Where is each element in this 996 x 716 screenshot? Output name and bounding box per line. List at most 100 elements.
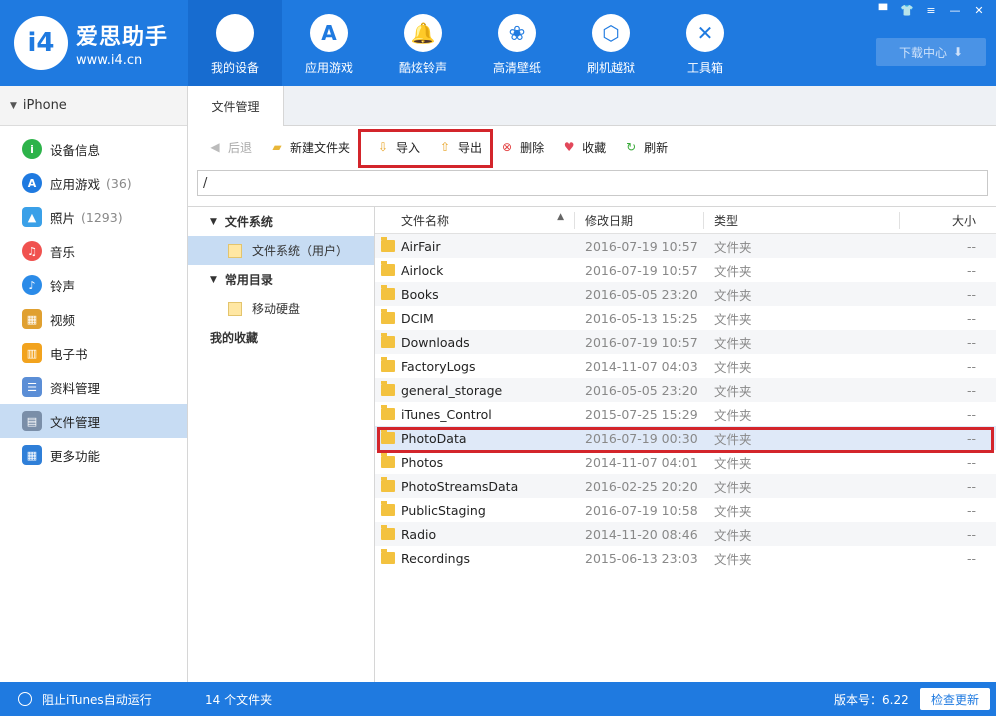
folder-icon [381,261,395,276]
column-header-type[interactable]: 类型 [704,211,900,229]
sidebar-item-data-management[interactable]: ☰ 资料管理 [0,370,187,404]
nav-flash-jailbreak[interactable]: ⬡ 刷机越狱 [564,0,658,86]
file-type-cell: 文件夹 [714,551,752,567]
sidebar-item-video[interactable]: ▦ 视频 [0,302,187,336]
tree-group-filesystem[interactable]: ▼ 文件系统 [188,207,374,236]
window-controls: ▀ 👕 ≡ — ✕ [872,2,990,18]
table-row[interactable]: DCIM 2016-05-13 15:25 文件夹 -- [375,306,996,330]
refresh-button[interactable]: ↻ 刷新 [622,138,668,156]
file-name-cell: PhotoStreamsData [375,477,575,494]
menu-icon[interactable]: ≡ [920,2,942,18]
nav-apps-games[interactable]: A 应用游戏 [282,0,376,86]
table-row[interactable]: FactoryLogs 2014-11-07 04:03 文件夹 -- [375,354,996,378]
photodata-highlight [377,427,994,453]
new-folder-button[interactable]: ▰ 新建文件夹 [268,138,350,156]
column-header-name[interactable]: 文件名称 ▲ [375,211,575,229]
tree-item-mobile-drive[interactable]: 移动硬盘 [188,294,374,323]
column-header-date[interactable]: 修改日期 [575,211,704,229]
sidebar-item-count: (1293) [81,209,123,225]
nav-label: 刷机越狱 [586,61,635,75]
check-update-button[interactable]: 检查更新 [920,688,990,710]
tab-file-management[interactable]: 文件管理 [188,86,284,126]
version-label: 版本号：6.22 [834,692,909,707]
folder-icon [381,357,395,372]
folder-icon [228,301,242,316]
skin-icon[interactable]: 👕 [896,2,918,18]
sidebar-item-file-management[interactable]: ▤ 文件管理 [0,404,187,438]
sidebar: ▼ iPhone i 设备信息 A 应用游戏 (36) ▲ 照片 (1293) … [0,86,188,682]
back-button[interactable]: ◀ 后退 [206,138,252,156]
file-size-cell: -- [966,238,976,254]
folder-icon [381,549,395,564]
nav-wallpapers[interactable]: ❀ 高清壁纸 [470,0,564,86]
tree-item-filesystem-user[interactable]: 文件系统（用户） [188,236,374,265]
file-size-cell: -- [966,262,976,278]
tree-group-favorites[interactable]: 我的收藏 [188,323,374,352]
file-type-cell: 文件夹 [714,383,752,399]
folder-icon [381,333,395,348]
download-center-button[interactable]: 下载中心 ⬇ [876,38,986,66]
table-row[interactable]: Photos 2014-11-07 04:01 文件夹 -- [375,450,996,474]
file-size-cell: -- [966,358,976,374]
nav-ringtones[interactable]: 🔔 酷炫铃声 [376,0,470,86]
tree-group-common[interactable]: ▼ 常用目录 [188,265,374,294]
import-export-highlight [358,129,493,168]
info-icon: i [22,139,42,159]
main-nav: 我的设备 A 应用游戏 🔔 酷炫铃声 ❀ 高清壁纸 ⬡ 刷机越狱 ✕ 工具箱 [188,0,752,86]
feedback-icon[interactable]: ▀ [872,2,894,18]
device-selector[interactable]: ▼ iPhone [0,86,187,126]
nav-my-device[interactable]: 我的设备 [188,0,282,86]
sidebar-item-apps[interactable]: A 应用游戏 (36) [0,166,187,200]
table-row[interactable]: PhotoStreamsData 2016-02-25 20:20 文件夹 -- [375,474,996,498]
file-date-cell: 2016-07-19 10:57 [585,262,698,278]
nav-toolbox[interactable]: ✕ 工具箱 [658,0,752,86]
folder-icon [228,243,242,258]
file-size-cell: -- [966,454,976,470]
file-date-cell: 2015-07-25 15:29 [585,406,698,422]
delete-button[interactable]: ⊗ 删除 [498,138,544,156]
file-date-cell: 2016-07-19 10:57 [585,334,698,350]
sidebar-item-ebooks[interactable]: ▥ 电子书 [0,336,187,370]
table-row[interactable]: general_storage 2016-05-05 23:20 文件夹 -- [375,378,996,402]
path-input[interactable]: / [197,170,988,196]
sidebar-item-ringtones[interactable]: ♪ 铃声 [0,268,187,302]
table-row[interactable]: AirFair 2016-07-19 10:57 文件夹 -- [375,234,996,258]
file-icon: ▤ [22,411,42,431]
nav-label: 应用游戏 [304,61,353,75]
delete-icon: ⊗ [502,140,513,154]
flower-icon: ❀ [498,14,536,52]
file-date-cell: 2016-05-13 15:25 [585,310,698,326]
table-row[interactable]: Downloads 2016-07-19 10:57 文件夹 -- [375,330,996,354]
sidebar-item-label: 铃声 [50,278,76,294]
file-rows: AirFair 2016-07-19 10:57 文件夹 -- Airlock 2016-… [375,234,996,570]
table-row[interactable]: PublicStaging 2016-07-19 10:58 文件夹 -- [375,498,996,522]
table-row[interactable]: Recordings 2015-06-13 23:03 文件夹 -- [375,546,996,570]
table-row[interactable]: Airlock 2016-07-19 10:57 文件夹 -- [375,258,996,282]
sidebar-list: i 设备信息 A 应用游戏 (36) ▲ 照片 (1293) ♫ 音乐 ♪ 铃声… [0,126,187,472]
tree-item-label: 文件系统（用户） [252,244,349,258]
block-itunes-toggle[interactable]: 阻止iTunes自动运行 [18,682,152,716]
file-size-cell: -- [966,286,976,302]
column-header-size[interactable]: 大小 [900,212,996,229]
minimize-icon[interactable]: — [944,2,966,18]
file-date-cell: 2014-11-07 04:03 [585,358,698,374]
bell-icon: ♪ [22,275,42,295]
table-row[interactable]: Radio 2014-11-20 08:46 文件夹 -- [375,522,996,546]
sidebar-item-label: 更多功能 [50,448,101,464]
file-type-cell: 文件夹 [714,287,752,303]
favorite-button[interactable]: ♥ 收藏 [560,138,606,156]
folder-icon [381,453,395,468]
photo-icon: ▲ [22,207,42,227]
nav-label: 高清壁纸 [492,61,541,75]
sidebar-item-device-info[interactable]: i 设备信息 [0,132,187,166]
close-icon[interactable]: ✕ [968,2,990,18]
table-row[interactable]: iTunes_Control 2015-07-25 15:29 文件夹 -- [375,402,996,426]
file-name-cell: Photos [375,453,575,470]
sidebar-item-music[interactable]: ♫ 音乐 [0,234,187,268]
sidebar-item-photos[interactable]: ▲ 照片 (1293) [0,200,187,234]
sidebar-item-more[interactable]: ▦ 更多功能 [0,438,187,472]
folder-icon [381,525,395,540]
table-row[interactable]: Books 2016-05-05 23:20 文件夹 -- [375,282,996,306]
file-size-cell: -- [966,382,976,398]
radio-circle-icon [18,692,32,706]
